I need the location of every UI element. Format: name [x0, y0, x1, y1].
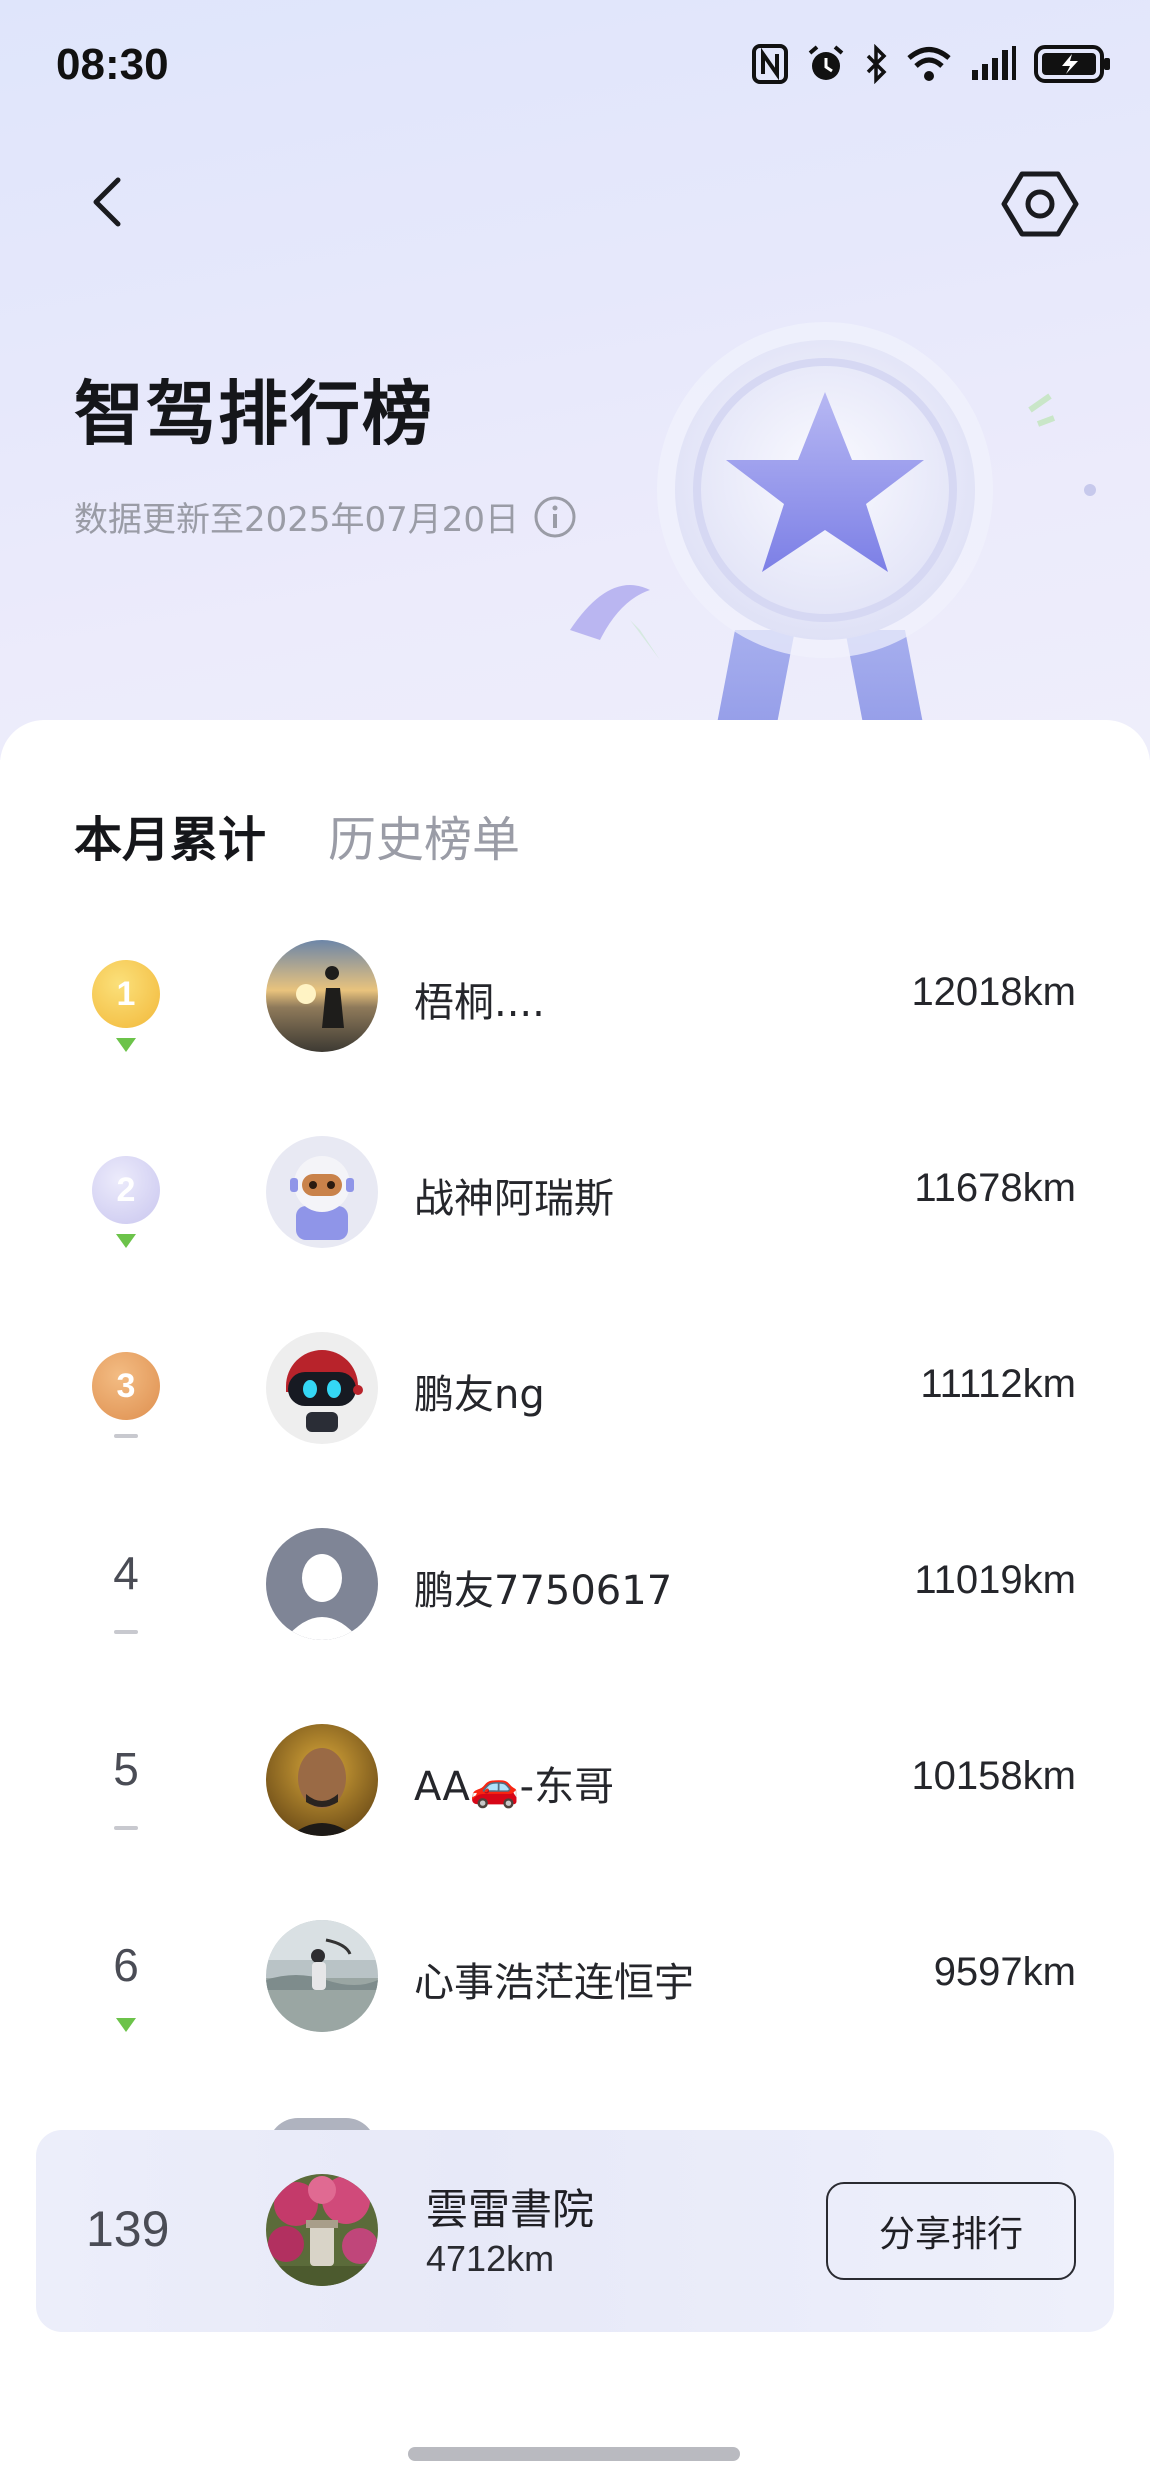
username: 战神阿瑞斯: [414, 1176, 614, 1222]
rank-cell: 5: [80, 1700, 172, 1860]
ranking-row[interactable]: 2 战神阿瑞斯 11678km: [0, 1112, 1150, 1272]
wifi-icon: [907, 47, 951, 81]
rank-number: 6: [113, 1939, 139, 1991]
update-text: 数据更新至2025年07月20日: [74, 500, 520, 540]
rank-cell: 2: [80, 1112, 172, 1272]
medal-illustration: [570, 322, 1096, 760]
trend-flat-icon: [114, 1630, 138, 1634]
distance-value: 10158km: [911, 1754, 1076, 1798]
rank-cell: 6: [80, 1896, 172, 2056]
home-indicator[interactable]: [408, 2447, 740, 2461]
username: AA🚗-东哥: [414, 1764, 615, 1810]
my-username: 雲雷書院: [426, 2185, 595, 2234]
share-ranking-button[interactable]: 分享排行: [826, 2182, 1076, 2280]
default-avatar-icon[interactable]: [266, 1528, 378, 1640]
hero-banner: 08:30 智驾排行榜 数据更新至2025年07月20日: [0, 0, 1150, 760]
avatar[interactable]: [266, 1920, 378, 2032]
distance-value: 11019km: [914, 1558, 1076, 1602]
status-bar: 08:30: [0, 0, 1150, 130]
page-title: 智驾排行榜: [74, 373, 434, 455]
avatar[interactable]: [266, 1136, 378, 1248]
avatar[interactable]: [266, 1724, 378, 1836]
rank-cell: 4: [80, 1504, 172, 1664]
rank-cell: 3: [80, 1308, 172, 1468]
ranking-row[interactable]: 1 梧桐.... 12018km: [0, 916, 1150, 1076]
my-ranking-card: 139 雲雷書院 4712km 分享排行: [36, 2130, 1114, 2332]
nfc-icon: [752, 44, 788, 84]
avatar[interactable]: [266, 1332, 378, 1444]
signal-icon: [972, 46, 1016, 80]
avatar[interactable]: [266, 940, 378, 1052]
trend-flat-icon: [114, 1434, 138, 1438]
distance-value: 11112km: [920, 1362, 1076, 1406]
rank-cell: 1: [80, 916, 172, 1076]
rank-number: 5: [113, 1743, 139, 1795]
my-rank-number: 139: [86, 2201, 170, 2257]
tab-monthly[interactable]: 本月累计: [74, 800, 266, 870]
trend-up-icon: [116, 2018, 136, 2032]
settings-hexagon-icon[interactable]: [1000, 168, 1080, 240]
gold-medal-badge: 1: [92, 960, 160, 1028]
rank-number: 4: [113, 1547, 139, 1599]
silver-medal-badge: 2: [92, 1156, 160, 1224]
back-arrow-icon[interactable]: [80, 172, 140, 232]
distance-value: 9597km: [933, 1950, 1076, 1994]
username: 心事浩茫连恒宇: [414, 1960, 694, 2006]
distance-value: 11678km: [914, 1166, 1076, 1210]
trend-up-icon: [116, 1234, 136, 1248]
bluetooth-icon: [866, 44, 887, 84]
username: 鹏友ng: [414, 1372, 545, 1418]
battery-icon: [1034, 45, 1110, 83]
trend-up-icon: [116, 1038, 136, 1052]
ranking-row[interactable]: 4 鹏友7750617 11019km: [0, 1504, 1150, 1664]
my-avatar[interactable]: [266, 2174, 378, 2286]
alarm-icon: [808, 45, 844, 80]
update-info: 数据更新至2025年07月20日: [74, 492, 577, 541]
username: 梧桐....: [414, 980, 545, 1026]
bronze-medal-badge: 3: [92, 1352, 160, 1420]
ranking-row[interactable]: 6 心事浩茫连恒宇 9597km: [0, 1896, 1150, 2056]
distance-value: 12018km: [911, 970, 1076, 1014]
tab-bar: 本月累计 历史榜单: [74, 800, 520, 870]
tab-history[interactable]: 历史榜单: [328, 800, 520, 870]
status-icons: [752, 42, 1112, 86]
ranking-row[interactable]: 5 AA🚗-东哥 10158km: [0, 1700, 1150, 1860]
trend-flat-icon: [114, 1826, 138, 1830]
my-distance: 4712km: [426, 2238, 555, 2279]
ranking-row[interactable]: 3 鹏友ng 11112km: [0, 1308, 1150, 1468]
username: 鹏友7750617: [414, 1568, 673, 1614]
status-time: 08:30: [56, 40, 169, 89]
